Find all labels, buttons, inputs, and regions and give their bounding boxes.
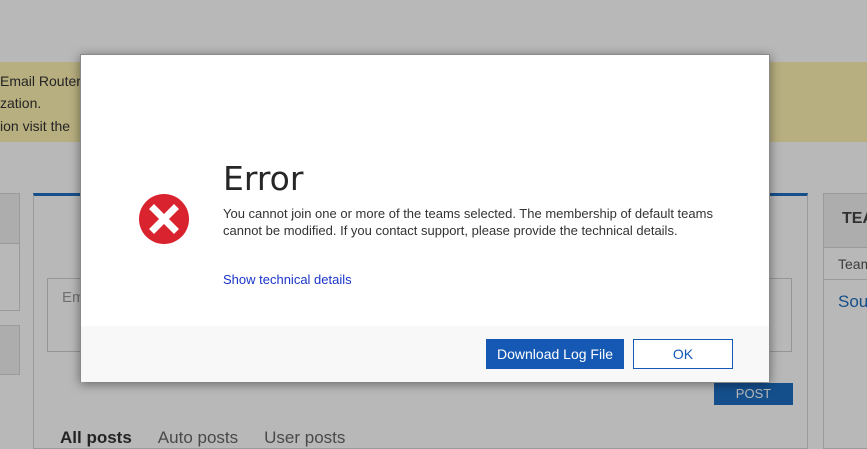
- dialog-title: Error: [223, 159, 304, 198]
- show-technical-details-link[interactable]: Show technical details: [223, 272, 352, 287]
- error-x-icon: [139, 194, 189, 244]
- dialog-message: You cannot join one or more of the teams…: [223, 206, 713, 238]
- dialog-footer: Download Log File OK: [81, 326, 769, 382]
- download-log-file-button[interactable]: Download Log File: [486, 339, 624, 369]
- ok-button[interactable]: OK: [633, 339, 733, 369]
- error-dialog: Error You cannot join one or more of the…: [80, 54, 770, 382]
